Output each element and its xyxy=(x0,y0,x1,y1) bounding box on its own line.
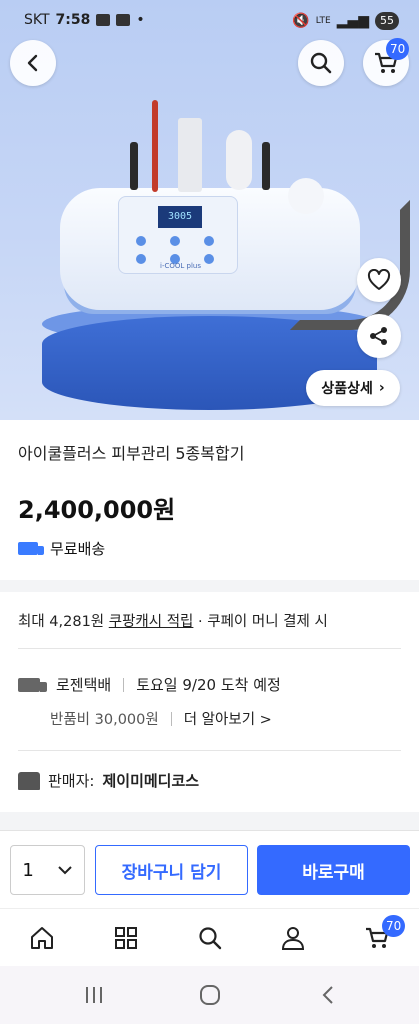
return-fee: 반품비 30,000원 xyxy=(50,712,159,728)
divider xyxy=(18,648,401,649)
nav-home[interactable] xyxy=(25,921,59,955)
seller-label: 판매자: xyxy=(48,772,95,790)
seller-row[interactable]: 판매자: 제이미메디코스 xyxy=(18,770,199,791)
delivery-row: 로젠택배 토요일 9/20 도착 예정 xyxy=(18,674,281,695)
buy-now-button[interactable]: 바로구매 xyxy=(257,845,410,895)
home-nav-icon[interactable] xyxy=(199,985,221,1005)
probe-graphic xyxy=(178,118,202,192)
delivery-eta: 토요일 9/20 도착 예정 xyxy=(136,676,281,694)
chevron-right-icon: › xyxy=(378,380,385,396)
section-divider xyxy=(0,580,419,592)
bottom-nav: 70 xyxy=(0,908,419,966)
notification-icon xyxy=(116,14,131,26)
probe-graphic xyxy=(152,100,158,192)
search-button[interactable] xyxy=(298,40,344,86)
heart-icon xyxy=(367,269,391,290)
divider xyxy=(123,677,125,692)
notification-icon xyxy=(96,14,111,26)
wishlist-button[interactable] xyxy=(357,258,401,302)
back-nav-icon[interactable] xyxy=(320,985,336,1005)
seller-name[interactable]: 제이미메디코스 xyxy=(102,770,199,791)
probe-graphic xyxy=(226,130,252,190)
free-shipping-label: 무료배송 xyxy=(50,540,106,558)
chevron-left-icon xyxy=(27,54,38,72)
nav-categories[interactable] xyxy=(109,921,143,955)
return-row: 반품비 30,000원 더 알아보기 > xyxy=(50,708,272,729)
product-image-area[interactable]: SKT 7:58 • 🔇 LTE ▂▄▆ 55 3005 i-COOL plus… xyxy=(0,0,419,420)
home-icon xyxy=(31,927,53,949)
nav-search[interactable] xyxy=(193,921,227,955)
store-icon xyxy=(18,771,40,790)
mute-icon: 🔇 xyxy=(292,13,310,29)
probe-graphic xyxy=(130,142,138,190)
device-button-graphic xyxy=(170,236,180,246)
purchase-bar: 1 장바구니 담기 바로구매 xyxy=(0,830,419,908)
delivery-carrier: 로젠택배 xyxy=(56,676,112,694)
product-price: 2,400,000원 xyxy=(18,496,176,524)
grid-icon xyxy=(115,927,137,949)
section-divider xyxy=(0,812,419,830)
delivery-truck-icon xyxy=(18,542,44,555)
carrier-label: SKT xyxy=(24,12,50,28)
cash-reward-info: 최대 4,281원 쿠팡캐시 적립 · 쿠페이 머니 결제 시 xyxy=(18,610,328,631)
divider xyxy=(18,750,401,751)
cart-count-badge: 70 xyxy=(386,38,410,60)
device-button-graphic xyxy=(204,236,214,246)
device-brand-label: i-COOL plus xyxy=(160,262,201,270)
product-detail-label: 상품상세 xyxy=(321,381,373,397)
device-button-graphic xyxy=(136,236,146,246)
share-icon xyxy=(370,327,387,345)
battery-indicator: 55 xyxy=(375,12,399,30)
clock: 7:58 xyxy=(55,12,91,28)
search-icon xyxy=(310,52,332,74)
device-button-graphic xyxy=(136,254,146,264)
search-icon xyxy=(199,927,222,950)
add-to-cart-button[interactable]: 장바구니 담기 xyxy=(95,845,248,895)
probe-graphic xyxy=(288,178,324,214)
recent-apps-icon[interactable] xyxy=(84,986,104,1004)
product-detail-button[interactable]: 상품상세 › xyxy=(306,370,400,406)
quantity-select[interactable]: 1 xyxy=(10,845,85,895)
back-button[interactable] xyxy=(10,40,56,86)
chevron-down-icon xyxy=(57,866,72,875)
free-shipping-row: 무료배송 xyxy=(18,538,105,559)
quantity-value: 1 xyxy=(22,859,34,881)
share-button[interactable] xyxy=(357,314,401,358)
network-label: LTE xyxy=(315,16,331,26)
more-notifications-dot-icon: • xyxy=(136,12,145,28)
divider xyxy=(170,711,172,726)
device-button-graphic xyxy=(204,254,214,264)
user-icon xyxy=(281,927,305,950)
system-navigation-bar xyxy=(0,966,419,1024)
cash-reward-condition: · 쿠페이 머니 결제 시 xyxy=(198,614,328,630)
delivery-truck-icon xyxy=(18,677,47,692)
learn-more-link[interactable]: 더 알아보기 > xyxy=(184,708,272,729)
coupang-cash-link[interactable]: 쿠팡캐시 적립 xyxy=(109,614,194,630)
probe-graphic xyxy=(262,142,270,190)
device-screen: 3005 xyxy=(158,206,202,228)
product-title: 아이쿨플러스 피부관리 5종복합기 xyxy=(18,444,245,463)
nav-my-account[interactable] xyxy=(276,921,310,955)
nav-cart-count-badge: 70 xyxy=(382,915,406,937)
signal-icon: ▂▄▆ xyxy=(336,13,369,29)
cash-reward-amount: 최대 4,281원 xyxy=(18,614,105,630)
status-bar: SKT 7:58 • 🔇 LTE ▂▄▆ 55 xyxy=(0,8,419,36)
